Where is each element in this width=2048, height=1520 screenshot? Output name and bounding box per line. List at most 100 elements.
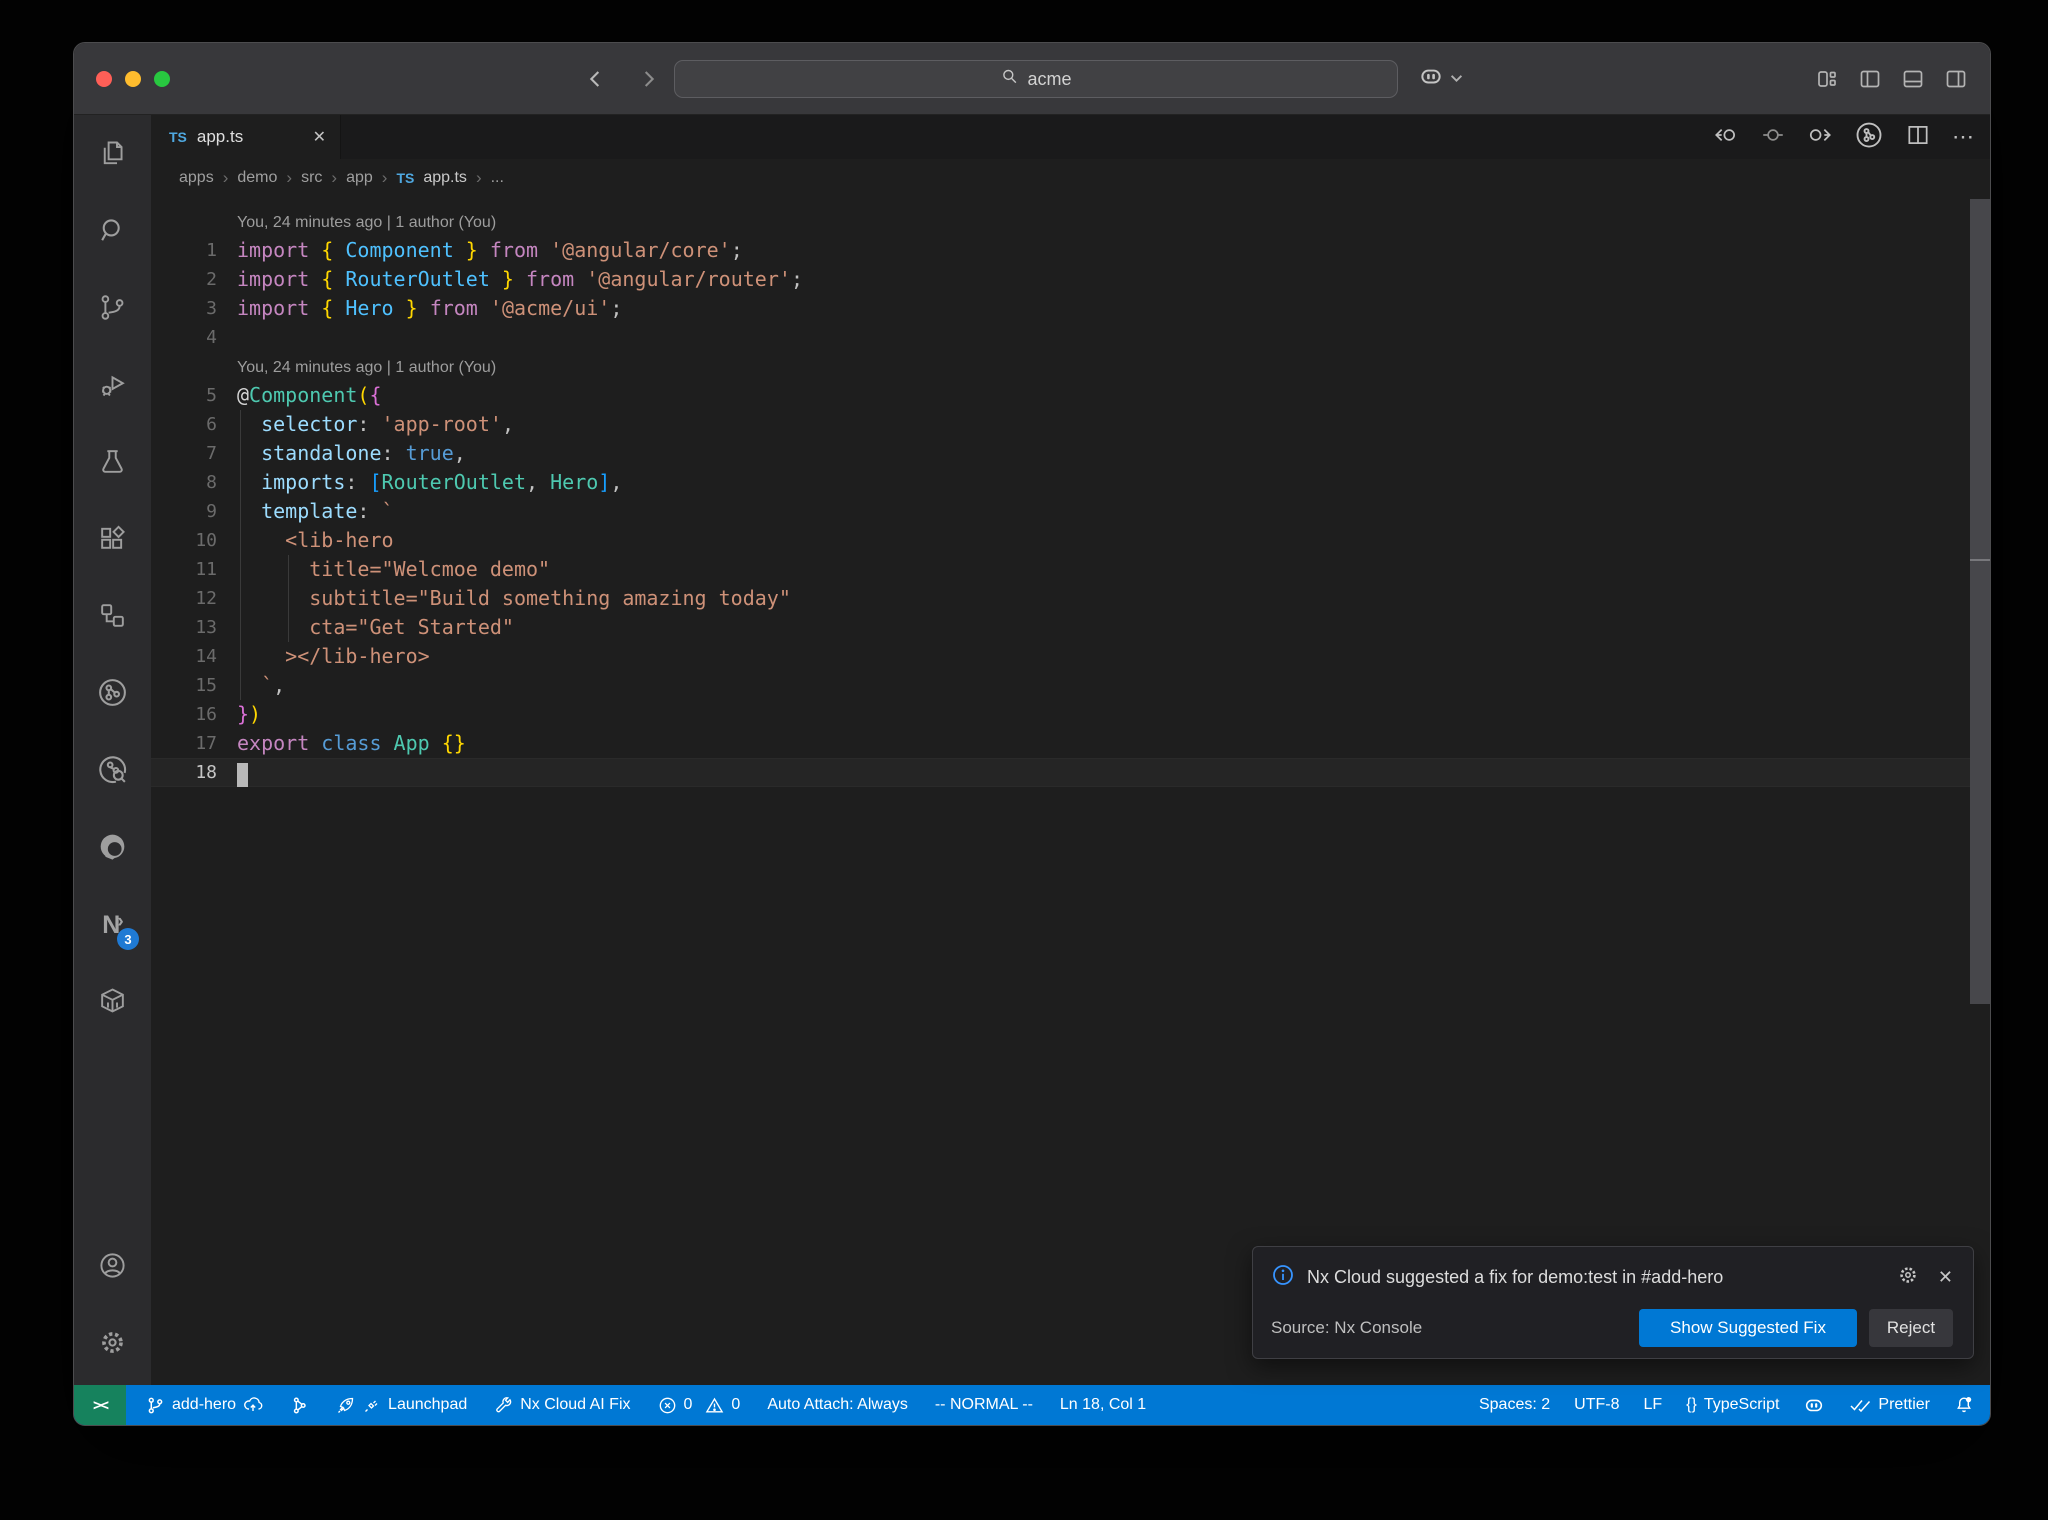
line-number: 14 — [195, 646, 217, 667]
sidebar-item-explorer[interactable] — [74, 117, 151, 194]
close-window-button[interactable] — [96, 71, 112, 87]
sidebar-item-testing[interactable] — [74, 425, 151, 502]
code-text: `, — [237, 673, 286, 697]
code-line-2: 2 import { RouterOutlet } from '@angular/… — [151, 265, 1990, 294]
nx-graph-status[interactable] — [290, 1396, 309, 1415]
breadcrumb-item[interactable]: app — [346, 169, 373, 187]
line-number: 4 — [206, 327, 217, 348]
current-change-icon[interactable] — [1760, 122, 1786, 153]
code-editor[interactable]: You, 24 minutes ago | 1 author (You) 1 imp… — [151, 197, 1990, 1385]
split-editor-icon[interactable] — [1905, 122, 1931, 153]
settings-button[interactable] — [74, 1306, 151, 1383]
line-number: 18 — [195, 762, 217, 783]
tab-app-ts[interactable]: TS app.ts ✕ — [151, 115, 341, 159]
bell-icon — [1954, 1395, 1974, 1415]
breadcrumb-item[interactable]: src — [301, 169, 322, 187]
encoding-status[interactable]: UTF-8 — [1574, 1396, 1619, 1414]
nx-cloud-ai-fix-status[interactable]: Nx Cloud AI Fix — [494, 1396, 631, 1415]
notification-close-icon[interactable]: ✕ — [1938, 1267, 1953, 1288]
sidebar-item-project-graph[interactable] — [74, 656, 151, 733]
search-value: acme — [1027, 68, 1072, 89]
goto-previous-change-icon[interactable] — [1713, 122, 1739, 153]
sidebar-item-nx-workspace[interactable] — [74, 579, 151, 656]
source-control-icon — [97, 292, 128, 328]
git-branch-icon — [146, 1396, 165, 1415]
copilot-icon[interactable] — [1418, 63, 1444, 94]
notification-settings-icon[interactable] — [1896, 1263, 1920, 1292]
accounts-button[interactable] — [74, 1229, 151, 1306]
title-bar: acme — [74, 43, 1990, 115]
code-text: import { RouterOutlet } from '@angular/r… — [237, 267, 803, 291]
code-text: ></lib-hero> — [237, 644, 430, 668]
run-target-graph-icon[interactable] — [1854, 120, 1884, 155]
code-line-1: 1 import { Component } from '@angular/cor… — [151, 236, 1990, 265]
indent-guide — [288, 555, 289, 642]
chevron-right-icon: › — [331, 168, 338, 187]
editor-scrollbar[interactable] — [1970, 199, 1990, 1004]
tab-label: app.ts — [196, 127, 244, 146]
sidebar-item-graph-search[interactable] — [74, 733, 151, 810]
command-center-search[interactable]: acme — [674, 60, 1398, 98]
git-branch-status[interactable]: add-hero — [146, 1395, 263, 1415]
code-text: export class App {} — [237, 731, 466, 755]
debug-icon — [97, 369, 128, 405]
vim-mode-status[interactable]: -- NORMAL -- — [935, 1396, 1033, 1414]
sidebar-item-run-debug[interactable] — [74, 348, 151, 425]
more-actions-icon[interactable]: ⋯ — [1952, 124, 1974, 150]
copilot-icon — [1803, 1394, 1825, 1416]
notifications-bell[interactable] — [1954, 1395, 1974, 1415]
chevron-down-icon[interactable] — [1450, 70, 1463, 88]
show-suggested-fix-button[interactable]: Show Suggested Fix — [1639, 1309, 1857, 1347]
account-icon — [97, 1250, 128, 1286]
breadcrumb-file[interactable]: app.ts — [423, 169, 467, 187]
goto-next-change-icon[interactable] — [1807, 122, 1833, 153]
code-line-6: 6 selector: 'app-root', — [151, 410, 1990, 439]
sidebar-item-extensions[interactable] — [74, 502, 151, 579]
history-forward-icon[interactable] — [634, 65, 662, 93]
sidebar-item-search[interactable] — [74, 194, 151, 271]
toggle-secondary-sidebar-icon[interactable] — [1944, 67, 1968, 91]
wrench-icon — [494, 1396, 513, 1415]
sidebar-item-nx-console[interactable]: N› 3 — [74, 887, 151, 964]
zoom-window-button[interactable] — [154, 71, 170, 87]
line-number: 3 — [206, 298, 217, 319]
toggle-primary-sidebar-icon[interactable] — [1858, 67, 1882, 91]
indentation-status[interactable]: Spaces: 2 — [1479, 1396, 1550, 1414]
code-text: standalone: true, — [237, 441, 466, 465]
line-number: 6 — [206, 414, 217, 435]
problems-status[interactable]: 0 0 — [658, 1396, 740, 1415]
code-line-7: 7 standalone: true, — [151, 439, 1990, 468]
breadcrumb-overflow[interactable]: ... — [491, 169, 504, 187]
line-number: 13 — [195, 617, 217, 638]
warning-icon — [705, 1396, 724, 1415]
toggle-panel-icon[interactable] — [1901, 67, 1925, 91]
search-icon — [1000, 67, 1019, 91]
prettier-status[interactable]: Prettier — [1849, 1396, 1930, 1414]
code-line-15: 15 `, — [151, 671, 1990, 700]
language-status[interactable]: {} TypeScript — [1686, 1396, 1779, 1414]
eol-status[interactable]: LF — [1643, 1396, 1662, 1414]
sidebar-item-containers[interactable] — [74, 964, 151, 1041]
launchpad-status[interactable]: Launchpad — [336, 1395, 467, 1415]
breadcrumb-item[interactable]: demo — [237, 169, 277, 187]
org-chart-icon — [97, 600, 128, 636]
minimize-window-button[interactable] — [125, 71, 141, 87]
code-text: import { Hero } from '@acme/ui'; — [237, 296, 623, 320]
chevron-right-icon: › — [222, 168, 229, 187]
reject-button[interactable]: Reject — [1869, 1309, 1953, 1347]
editor-cursor — [237, 763, 248, 787]
cursor-position-status[interactable]: Ln 18, Col 1 — [1060, 1396, 1146, 1414]
copilot-status[interactable] — [1803, 1394, 1825, 1416]
breadcrumb: apps › demo › src › app › TS app.ts › ... — [151, 159, 1990, 197]
auto-attach-status[interactable]: Auto Attach: Always — [767, 1396, 908, 1414]
line-number: 2 — [206, 269, 217, 290]
cloud-upload-icon — [243, 1395, 263, 1415]
history-back-icon[interactable] — [582, 65, 610, 93]
breadcrumb-item[interactable]: apps — [179, 169, 214, 187]
code-line-17: 17 export class App {} — [151, 729, 1990, 758]
customize-layout-icon[interactable] — [1815, 67, 1839, 91]
tab-close-icon[interactable]: ✕ — [313, 127, 326, 147]
sidebar-item-source-control[interactable] — [74, 271, 151, 348]
remote-indicator[interactable]: >< — [74, 1385, 126, 1425]
sidebar-item-edge-browser[interactable] — [74, 810, 151, 887]
